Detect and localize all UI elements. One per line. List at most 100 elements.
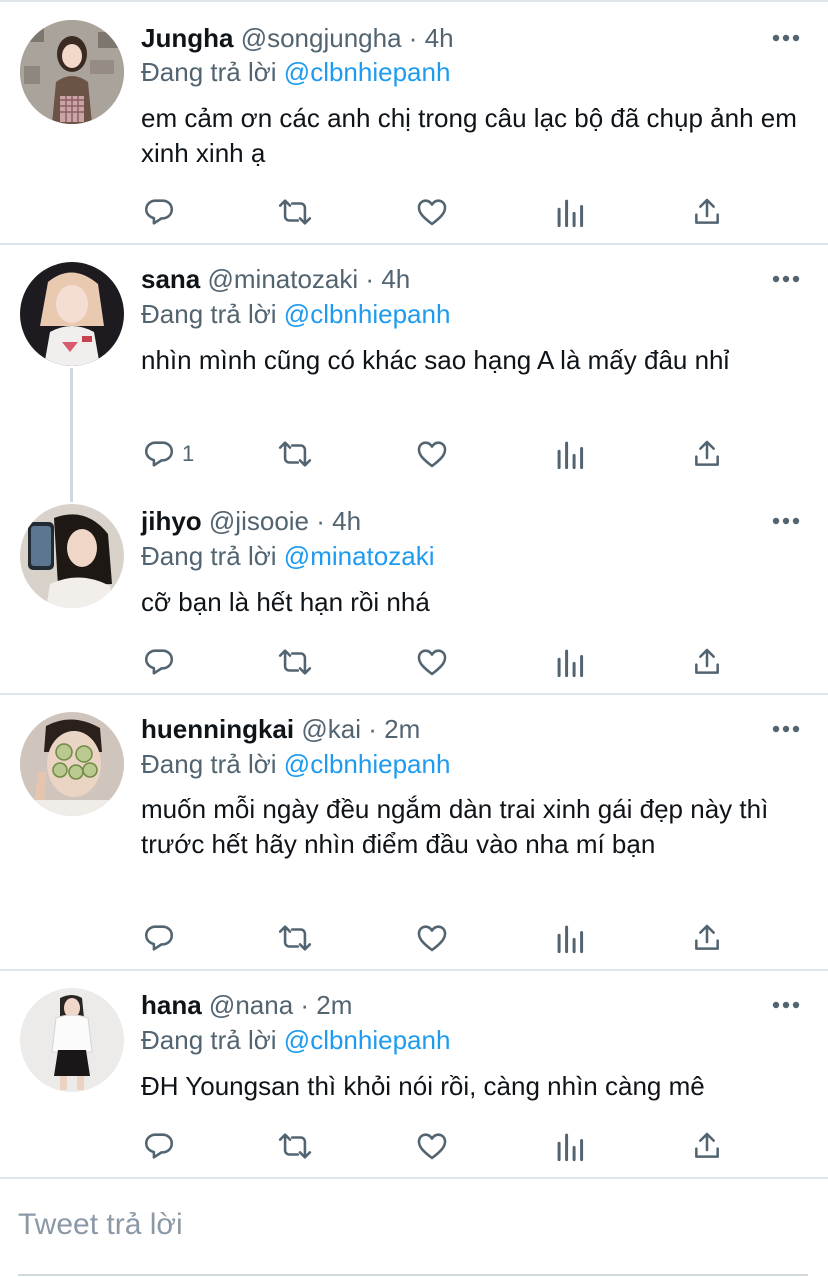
tweet-actions: 1 xyxy=(0,434,828,474)
display-name[interactable]: sana xyxy=(141,264,200,294)
retweet-button[interactable] xyxy=(276,434,314,474)
avatar[interactable] xyxy=(20,712,124,816)
like-icon xyxy=(415,437,449,471)
replying-to: Đang trả lời @clbnhiepanh xyxy=(141,747,450,781)
display-name[interactable]: hana xyxy=(141,990,202,1020)
share-button[interactable] xyxy=(691,434,723,474)
reply-button[interactable] xyxy=(142,642,182,682)
analytics-button[interactable] xyxy=(555,642,585,682)
share-button[interactable] xyxy=(691,918,723,958)
reply-button[interactable] xyxy=(142,192,182,232)
timestamp[interactable]: 4h xyxy=(425,23,454,53)
more-icon[interactable] xyxy=(772,724,800,734)
reply-mention-link[interactable]: @clbnhiepanh xyxy=(284,749,451,779)
share-icon xyxy=(691,195,723,229)
divider xyxy=(0,1177,828,1179)
timestamp[interactable]: 4h xyxy=(332,506,361,536)
retweet-icon xyxy=(276,195,314,229)
tweet-header: jihyo @jisooie · 4h xyxy=(141,504,361,538)
like-icon xyxy=(415,921,449,955)
avatar[interactable] xyxy=(20,988,124,1092)
separator-dot: · xyxy=(365,264,375,294)
top-divider xyxy=(0,0,828,2)
separator-dot: · xyxy=(316,506,325,536)
tweet-text: ĐH Youngsan thì khỏi nói rồi, càng nhìn … xyxy=(141,1071,705,1101)
share-icon xyxy=(691,437,723,471)
retweet-icon xyxy=(276,921,314,955)
like-button[interactable] xyxy=(415,192,449,232)
divider xyxy=(0,969,828,971)
reply-icon xyxy=(142,437,176,471)
tweet-header: huenningkai @kai · 2m xyxy=(141,712,420,746)
analytics-icon xyxy=(555,645,585,679)
like-icon xyxy=(415,195,449,229)
like-button[interactable] xyxy=(415,1126,449,1166)
share-button[interactable] xyxy=(691,1126,723,1166)
share-icon xyxy=(691,921,723,955)
timestamp[interactable]: 2m xyxy=(384,714,420,744)
more-icon[interactable] xyxy=(772,1000,800,1010)
user-handle[interactable]: @kai xyxy=(301,714,361,744)
reply-mention-link[interactable]: @clbnhiepanh xyxy=(284,299,451,329)
replying-to: Đang trả lời @clbnhiepanh xyxy=(141,1023,450,1057)
reply-button[interactable]: 1 xyxy=(142,434,194,474)
retweet-button[interactable] xyxy=(276,1126,314,1166)
reply-input[interactable]: Tweet trả lời xyxy=(18,1208,183,1242)
reply-mention-link[interactable]: @clbnhiepanh xyxy=(284,1025,451,1055)
like-button[interactable] xyxy=(415,642,449,682)
analytics-icon xyxy=(555,195,585,229)
share-button[interactable] xyxy=(691,192,723,232)
replying-to-label: Đang trả lời xyxy=(141,57,277,87)
composer-underline xyxy=(18,1274,808,1276)
reply-button[interactable] xyxy=(142,918,182,958)
tweet-text: cỡ bạn là hết hạn rồi nhá xyxy=(141,587,430,617)
avatar[interactable] xyxy=(20,262,124,366)
display-name[interactable]: Jungha xyxy=(141,23,233,53)
tweet-text: em cảm ơn các anh chị trong câu lạc bộ đ… xyxy=(141,103,797,168)
like-button[interactable] xyxy=(415,918,449,958)
tweet-text: nhìn mình cũng có khác sao hạng A là mấy… xyxy=(141,345,730,375)
retweet-button[interactable] xyxy=(276,642,314,682)
share-icon xyxy=(691,1129,723,1163)
retweet-button[interactable] xyxy=(276,192,314,232)
reply-button[interactable] xyxy=(142,1126,182,1166)
reply-mention-link[interactable]: @minatozaki xyxy=(284,541,435,571)
user-handle[interactable]: @nana xyxy=(209,990,293,1020)
avatar[interactable] xyxy=(20,504,124,608)
user-handle[interactable]: @songjungha xyxy=(241,23,402,53)
like-button[interactable] xyxy=(415,434,449,474)
timestamp[interactable]: 2m xyxy=(316,990,352,1020)
replying-to-label: Đang trả lời xyxy=(141,299,277,329)
avatar[interactable] xyxy=(20,20,124,124)
more-icon[interactable] xyxy=(772,516,800,526)
replying-to-label: Đang trả lời xyxy=(141,1025,277,1055)
display-name[interactable]: jihyo xyxy=(141,506,202,536)
user-handle[interactable]: @jisooie xyxy=(209,506,309,536)
reply-icon xyxy=(142,195,176,229)
reply-mention-link[interactable]: @clbnhiepanh xyxy=(284,57,451,87)
reply-icon xyxy=(142,1129,176,1163)
display-name[interactable]: huenningkai xyxy=(141,714,294,744)
reply-icon xyxy=(142,645,176,679)
retweet-icon xyxy=(276,1129,314,1163)
more-icon[interactable] xyxy=(772,274,800,284)
tweet-actions xyxy=(0,918,828,958)
more-icon[interactable] xyxy=(772,33,800,43)
tweet-actions xyxy=(0,1126,828,1166)
tweet-header: Jungha @songjungha · 4h xyxy=(141,21,454,55)
analytics-button[interactable] xyxy=(555,1126,585,1166)
analytics-button[interactable] xyxy=(555,192,585,232)
analytics-button[interactable] xyxy=(555,434,585,474)
share-button[interactable] xyxy=(691,642,723,682)
retweet-button[interactable] xyxy=(276,918,314,958)
retweet-icon xyxy=(276,437,314,471)
separator-dot: · xyxy=(408,23,418,53)
share-icon xyxy=(691,645,723,679)
separator-dot: · xyxy=(300,990,310,1020)
timestamp[interactable]: 4h xyxy=(381,264,410,294)
user-handle[interactable]: @minatozaki xyxy=(208,264,359,294)
replying-to-label: Đang trả lời xyxy=(141,541,277,571)
analytics-button[interactable] xyxy=(555,918,585,958)
reply-count: 1 xyxy=(182,441,195,466)
tweet-text: muốn mỗi ngày đều ngắm dàn trai xinh gái… xyxy=(141,794,769,859)
